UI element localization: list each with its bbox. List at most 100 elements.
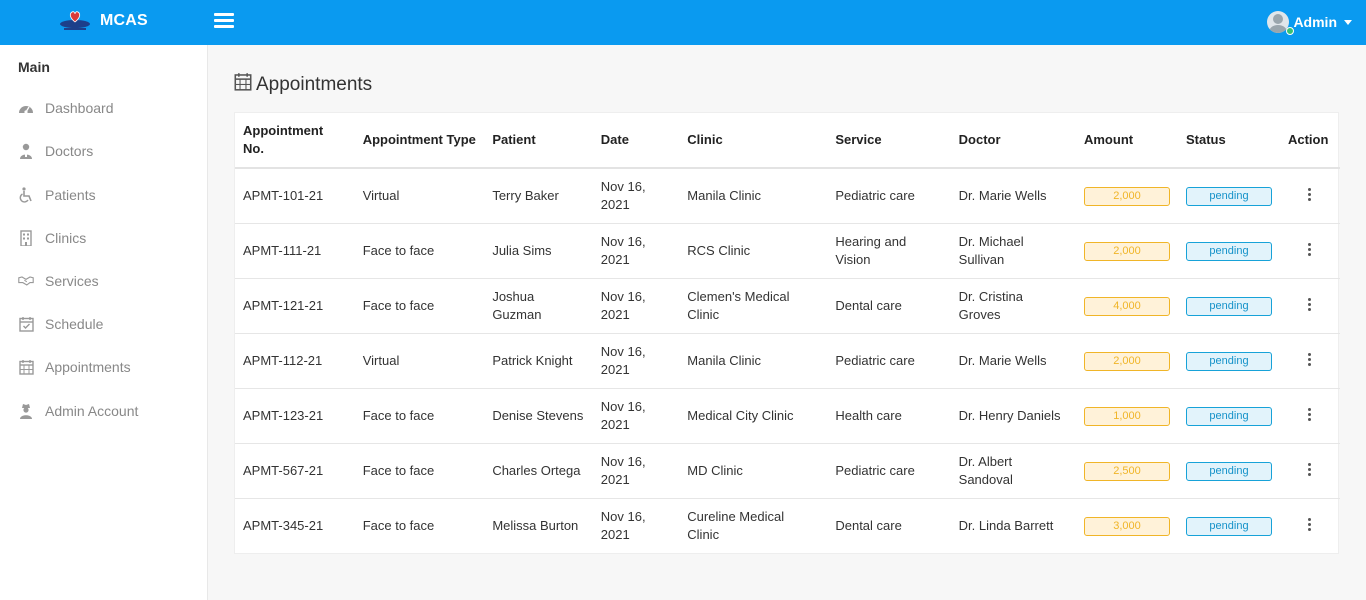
amount-badge: 1,000: [1083, 406, 1170, 426]
table-row: APMT-101-21 Virtual Terry Baker Nov 16, …: [235, 168, 1340, 224]
column-header-doctor[interactable]: Doctor: [950, 113, 1076, 169]
table-row: APMT-121-21 Face to face Joshua Guzman N…: [235, 278, 1340, 334]
cell-action: [1279, 333, 1340, 389]
table-row: APMT-112-21 Virtual Patrick Knight Nov 1…: [235, 333, 1340, 389]
sidebar-item-doctors[interactable]: Doctors: [18, 140, 93, 162]
sidebar-item-dashboard[interactable]: Dashboard: [18, 97, 114, 119]
calendar-check-icon: [18, 316, 34, 332]
doctor-icon: [18, 143, 34, 159]
sidebar-item-services[interactable]: Services: [18, 270, 99, 292]
amount-badge: 4,000: [1083, 296, 1170, 316]
cell-appointment-no: APMT-345-21: [243, 517, 324, 533]
cell-clinic: RCS Clinic: [679, 223, 828, 279]
cell-clinic: Manila Clinic: [679, 168, 828, 224]
sidebar-item-schedule[interactable]: Schedule: [18, 313, 103, 335]
table-row: APMT-345-21 Face to face Melissa Burton …: [235, 498, 1340, 553]
column-header-patient[interactable]: Patient: [484, 113, 593, 169]
cell-action: [1279, 223, 1340, 279]
cell-date: Nov 16, 2021: [592, 278, 680, 334]
column-header-action: Action: [1279, 113, 1340, 169]
calendar-icon: [234, 72, 252, 97]
sidebar-item-label: Patients: [45, 187, 96, 203]
dashboard-icon: [18, 100, 34, 116]
table-row: APMT-123-21 Face to face Denise Stevens …: [235, 388, 1340, 444]
column-header-amount[interactable]: Amount: [1075, 113, 1178, 169]
column-header-clinic[interactable]: Clinic: [679, 113, 828, 169]
more-options-icon[interactable]: [1307, 298, 1312, 311]
cell-patient: Patrick Knight: [484, 333, 593, 389]
status-badge: pending: [1185, 461, 1272, 481]
cell-status: pending: [1178, 498, 1280, 553]
more-options-icon[interactable]: [1307, 518, 1312, 532]
cell-status: pending: [1177, 388, 1280, 444]
amount-badge: 3,000: [1083, 516, 1170, 536]
more-options-icon[interactable]: [1307, 243, 1312, 256]
caret-down-icon: [1344, 19, 1352, 25]
sidebar-item-admin-account[interactable]: Admin Account: [18, 400, 138, 422]
sidebar-item-label: Schedule: [45, 316, 104, 332]
cell-date: Nov 16, 2021: [592, 168, 680, 224]
cell-patient: Terry Baker: [484, 168, 593, 224]
sidebar-item-patients[interactable]: Patients: [18, 184, 96, 206]
sidebar-item-clinics[interactable]: Clinics: [18, 227, 86, 249]
cell-patient: Denise Stevens: [484, 388, 593, 444]
more-options-icon[interactable]: [1307, 463, 1312, 476]
status-badge: pending: [1185, 186, 1272, 206]
cell-appointment-type: Face to face: [354, 388, 485, 444]
amount-badge: 2,000: [1083, 351, 1170, 371]
cell-amount: 2,000: [1075, 168, 1178, 224]
cell-appointment-type: Face to face: [362, 517, 435, 533]
logo: [58, 9, 92, 33]
column-header-status[interactable]: Status: [1177, 113, 1280, 169]
cell-status: pending: [1177, 278, 1280, 334]
top-navbar: MCAS Admin: [0, 0, 1366, 45]
cell-amount: 2,000: [1075, 333, 1178, 389]
column-header-appointment-no[interactable]: Appointment No.: [235, 113, 355, 169]
cell-date: Nov 16, 2021: [592, 443, 680, 499]
more-options-icon[interactable]: [1307, 353, 1312, 366]
cell-date: Nov 16, 2021: [592, 388, 680, 444]
cell-appointment-no: APMT-567-21: [235, 443, 355, 499]
cell-action: [1280, 498, 1340, 553]
more-options-icon[interactable]: [1307, 408, 1312, 421]
cell-appointment-type: Face to face: [354, 443, 485, 499]
cell-doctor: Dr. Albert Sandoval: [950, 443, 1076, 499]
page-title: Appointments: [234, 72, 372, 97]
cell-service: Dental care: [827, 278, 951, 334]
user-menu[interactable]: Admin: [1267, 11, 1352, 33]
cell-appointment-type: Face to face: [354, 278, 485, 334]
menu-toggle-button[interactable]: [214, 13, 234, 31]
cell-status: pending: [1177, 223, 1280, 279]
cell-amount: 2,500: [1075, 443, 1178, 499]
cell-status: pending: [1177, 333, 1280, 389]
table-row: APMT-567-21 Face to face Charles Ortega …: [235, 443, 1340, 499]
column-header-appointment-type[interactable]: Appointment Type: [354, 113, 485, 169]
calendar-icon: [18, 359, 34, 375]
cell-appointment-no: APMT-123-21: [235, 388, 355, 444]
cell-amount: 4,000: [1075, 278, 1178, 334]
cell-service: Hearing and Vision: [827, 223, 951, 279]
cell-date: Nov 16, 2021: [592, 223, 680, 279]
more-options-icon[interactable]: [1307, 188, 1312, 202]
building-icon: [18, 230, 34, 246]
sidebar-item-label: Doctors: [45, 143, 94, 159]
cell-amount: 3,000: [1076, 498, 1178, 553]
cell-appointment-type: Virtual: [354, 168, 485, 224]
brand[interactable]: MCAS: [58, 9, 148, 33]
cell-service: Pediatric care: [827, 333, 951, 389]
cell-clinic: Medical City Clinic: [679, 388, 828, 444]
column-header-service[interactable]: Service: [827, 113, 951, 169]
sidebar-item-label: Admin Account: [45, 403, 139, 419]
cell-status: pending: [1177, 168, 1280, 224]
sidebar-item-appointments[interactable]: Appointments: [18, 356, 131, 378]
amount-badge: 2,500: [1083, 461, 1170, 481]
cell-service: Dental care: [835, 517, 902, 533]
cell-doctor: Dr. Marie Wells: [950, 168, 1076, 224]
appointments-card: Appointment No. Appointment Type Patient…: [234, 112, 1340, 554]
cell-clinic: Manila Clinic: [679, 333, 828, 389]
column-header-date[interactable]: Date: [592, 113, 680, 169]
cell-service: Pediatric care: [827, 443, 951, 499]
cell-status: pending: [1177, 443, 1280, 499]
cell-patient: Julia Sims: [484, 223, 593, 279]
cell-patient: Melissa Burton: [492, 517, 579, 533]
